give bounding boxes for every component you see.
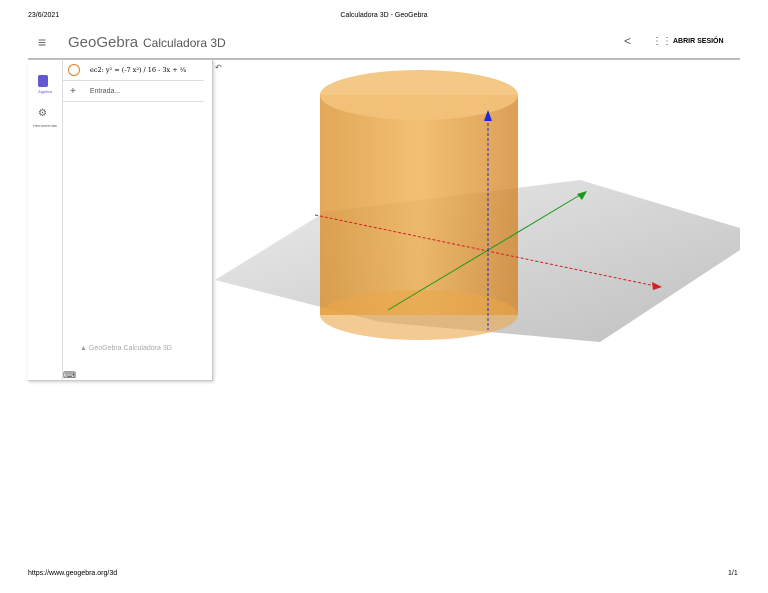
print-url: https://www.geogebra.org/3d [28, 570, 118, 577]
3d-view[interactable] [0, 0, 768, 593]
print-page: 1/1 [728, 570, 738, 577]
